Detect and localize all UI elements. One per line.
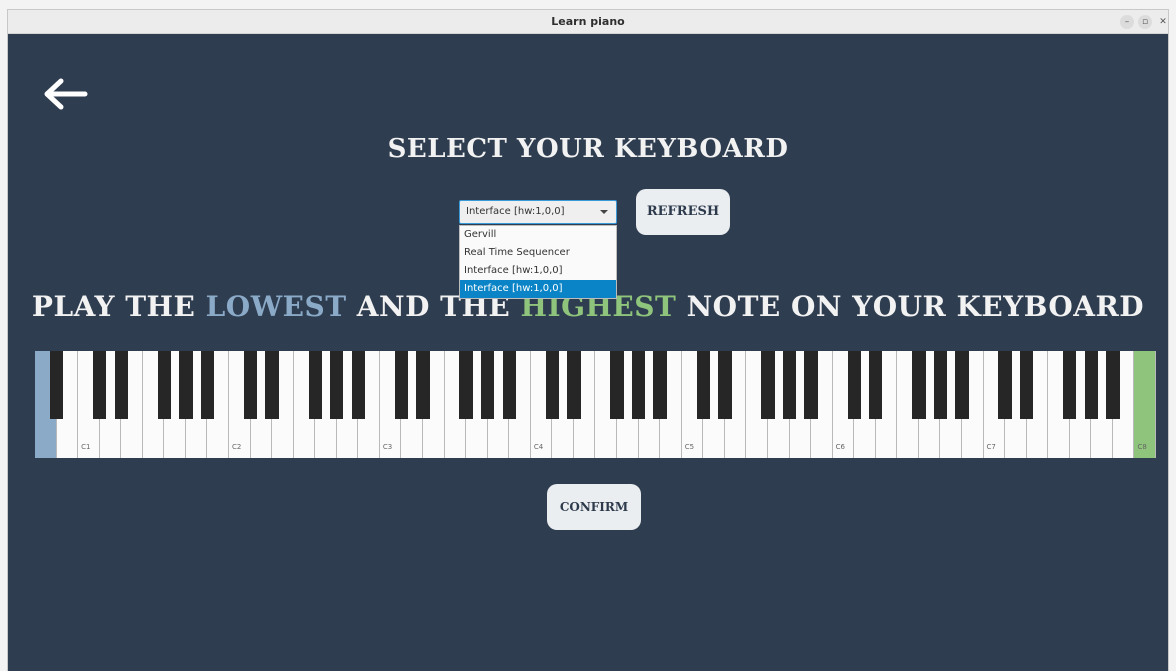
black-key[interactable] <box>696 351 710 419</box>
dropdown-option[interactable]: Interface [hw:1,0,0] <box>460 262 616 280</box>
black-key[interactable] <box>718 351 732 419</box>
black-key[interactable] <box>610 351 624 419</box>
black-key[interactable] <box>912 351 926 419</box>
black-key[interactable] <box>955 351 969 419</box>
black-key[interactable] <box>330 351 344 419</box>
black-key[interactable] <box>200 351 215 419</box>
octave-label: C1 <box>81 443 91 451</box>
black-key[interactable] <box>1084 351 1098 419</box>
play-instruction-suffix: NOTE ON YOUR KEYBOARD <box>676 290 1145 323</box>
black-key[interactable] <box>243 351 258 419</box>
octave-label: C5 <box>684 443 695 451</box>
octave-label: C8 <box>1137 443 1147 451</box>
black-key[interactable] <box>1019 351 1034 419</box>
black-key[interactable] <box>545 351 560 419</box>
black-key[interactable] <box>998 351 1012 419</box>
octave-label: C7 <box>986 443 996 451</box>
chevron-down-icon <box>600 210 608 214</box>
black-key[interactable] <box>631 351 646 419</box>
black-key[interactable] <box>761 351 775 419</box>
black-key[interactable] <box>394 351 409 419</box>
black-key[interactable] <box>157 351 172 419</box>
select-keyboard-title: SELECT YOUR KEYBOARD <box>387 134 789 164</box>
lowest-word: LOWEST <box>205 290 347 323</box>
black-key[interactable] <box>933 351 948 419</box>
black-key[interactable] <box>567 351 581 419</box>
black-key[interactable] <box>416 351 430 419</box>
black-key[interactable] <box>49 351 64 419</box>
refresh-button[interactable]: REFRESH <box>636 189 730 235</box>
back-arrow-icon[interactable] <box>41 77 89 111</box>
close-icon[interactable]: ✕ <box>1156 15 1170 29</box>
piano-keyboard: C1 C2 C3 C4 C5 C6 C7 C8 <box>35 351 1156 458</box>
black-key[interactable] <box>481 351 495 419</box>
confirm-button[interactable]: CONFIRM <box>547 484 641 530</box>
black-key[interactable] <box>782 351 797 419</box>
black-key[interactable] <box>179 351 193 419</box>
black-key[interactable] <box>804 351 818 419</box>
black-key[interactable] <box>351 351 366 419</box>
octave-label: C6 <box>835 443 845 451</box>
dropdown-option-selected[interactable]: Interface [hw:1,0,0] <box>460 280 616 298</box>
restore-icon[interactable]: ▫ <box>1138 15 1152 29</box>
highest-white-key[interactable] <box>1134 351 1156 458</box>
dropdown-option[interactable]: Real Time Sequencer <box>460 244 616 262</box>
app-window: Learn piano – ▫ ✕ SELECT YOUR KEYBOARD I… <box>7 9 1169 671</box>
play-instruction-prefix: PLAY THE <box>31 290 206 323</box>
black-key[interactable] <box>502 351 516 419</box>
black-key[interactable] <box>114 351 128 419</box>
dropdown-option[interactable]: Gervill <box>460 226 616 244</box>
device-select-value: Interface [hw:1,0,0] <box>466 206 565 217</box>
device-dropdown-list: Gervill Real Time Sequencer Interface [h… <box>459 225 617 299</box>
black-key[interactable] <box>869 351 883 419</box>
black-key[interactable] <box>92 351 107 419</box>
minimize-icon[interactable]: – <box>1120 15 1134 29</box>
black-key[interactable] <box>1106 351 1120 419</box>
black-key[interactable] <box>459 351 473 419</box>
black-key[interactable] <box>653 351 667 419</box>
device-select[interactable]: Interface [hw:1,0,0] <box>459 200 617 224</box>
window-title: Learn piano <box>551 15 625 28</box>
black-key[interactable] <box>265 351 279 419</box>
black-key[interactable] <box>847 351 861 419</box>
octave-label: C4 <box>533 443 544 451</box>
octave-label: C2 <box>232 443 242 451</box>
black-key[interactable] <box>1063 351 1077 419</box>
main-content: SELECT YOUR KEYBOARD Interface [hw:1,0,0… <box>8 34 1168 671</box>
title-bar: Learn piano – ▫ ✕ <box>8 10 1168 34</box>
octave-label: C3 <box>382 443 393 451</box>
black-key[interactable] <box>308 351 322 419</box>
